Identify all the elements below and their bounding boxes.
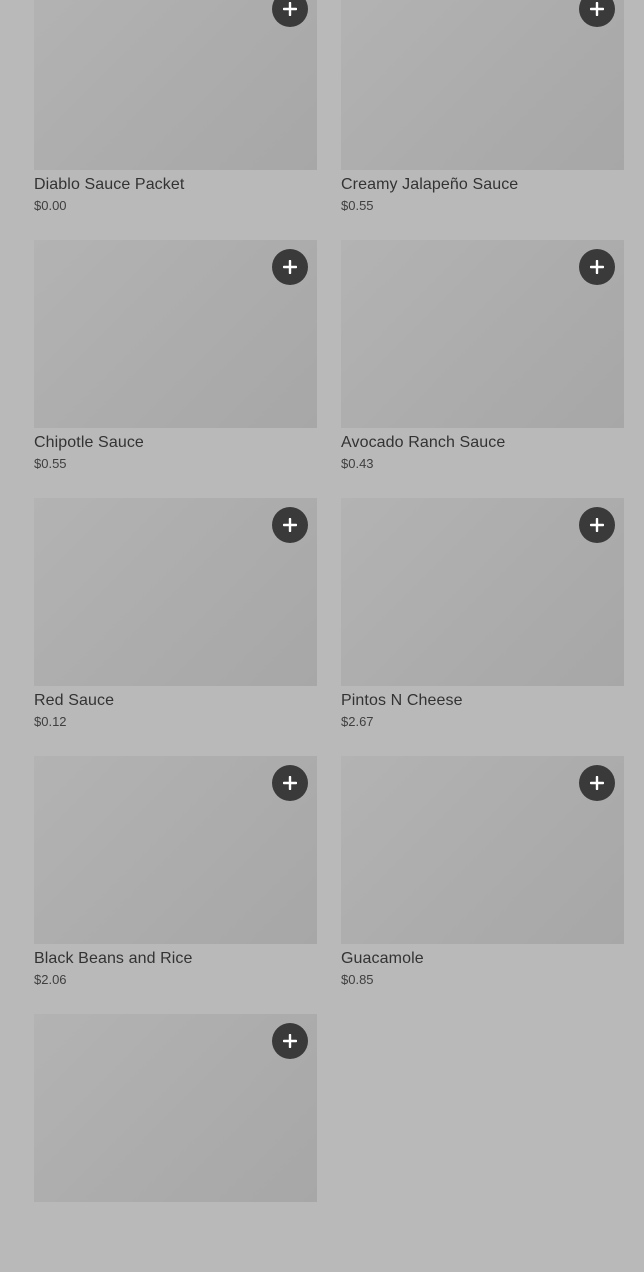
menu-item-price: $2.06 (34, 972, 67, 987)
menu-item-card[interactable]: Pintos N Cheese $2.67 (341, 498, 624, 756)
menu-item-name: Pintos N Cheese (341, 692, 463, 709)
plus-icon (590, 2, 604, 16)
menu-item-image[interactable] (341, 0, 624, 170)
add-to-cart-button[interactable] (579, 249, 615, 285)
menu-item-name: Diablo Sauce Packet (34, 176, 185, 193)
add-to-cart-button[interactable] (272, 1023, 308, 1059)
menu-item-grid: Diablo Sauce Packet $0.00 Creamy Jalapeñ… (34, 0, 624, 1272)
menu-item-price: $0.55 (341, 198, 374, 213)
plus-icon (283, 1034, 297, 1048)
menu-item-name: Guacamole (341, 950, 424, 967)
menu-item-image[interactable] (34, 1014, 317, 1202)
menu-item-card[interactable]: Diablo Sauce Packet $0.00 (34, 0, 317, 240)
menu-item-name: Avocado Ranch Sauce (341, 434, 506, 451)
menu-item-image[interactable] (341, 498, 624, 686)
menu-item-price: $0.00 (34, 198, 67, 213)
add-to-cart-button[interactable] (272, 0, 308, 27)
plus-icon (283, 518, 297, 532)
menu-item-image[interactable] (341, 240, 624, 428)
menu-item-price: $0.85 (341, 972, 374, 987)
plus-icon (283, 260, 297, 274)
add-to-cart-button[interactable] (272, 765, 308, 801)
menu-item-price: $0.43 (341, 456, 374, 471)
menu-item-card[interactable] (34, 1014, 317, 1272)
menu-item-image[interactable] (34, 0, 317, 170)
add-to-cart-button[interactable] (272, 507, 308, 543)
menu-item-card[interactable]: Creamy Jalapeño Sauce $0.55 (341, 0, 624, 240)
plus-icon (283, 776, 297, 790)
menu-item-card[interactable]: Red Sauce $0.12 (34, 498, 317, 756)
plus-icon (590, 518, 604, 532)
plus-icon (590, 776, 604, 790)
plus-icon (590, 260, 604, 274)
menu-item-name: Chipotle Sauce (34, 434, 144, 451)
plus-icon (283, 2, 297, 16)
menu-item-image[interactable] (34, 498, 317, 686)
add-to-cart-button[interactable] (579, 507, 615, 543)
menu-item-image[interactable] (34, 240, 317, 428)
menu-item-name: Black Beans and Rice (34, 950, 193, 967)
menu-item-card[interactable]: Black Beans and Rice $2.06 (34, 756, 317, 1014)
menu-item-price: $0.12 (34, 714, 67, 729)
menu-item-card[interactable]: Chipotle Sauce $0.55 (34, 240, 317, 498)
add-to-cart-button[interactable] (579, 765, 615, 801)
menu-item-image[interactable] (341, 756, 624, 944)
add-to-cart-button[interactable] (579, 0, 615, 27)
menu-item-card[interactable]: Guacamole $0.85 (341, 756, 624, 1014)
add-to-cart-button[interactable] (272, 249, 308, 285)
menu-item-name: Red Sauce (34, 692, 115, 709)
menu-item-name: Creamy Jalapeño Sauce (341, 176, 519, 193)
menu-item-price: $2.67 (341, 714, 374, 729)
menu-item-price: $0.55 (34, 456, 67, 471)
menu-item-image[interactable] (34, 756, 317, 944)
menu-item-card[interactable]: Avocado Ranch Sauce $0.43 (341, 240, 624, 498)
